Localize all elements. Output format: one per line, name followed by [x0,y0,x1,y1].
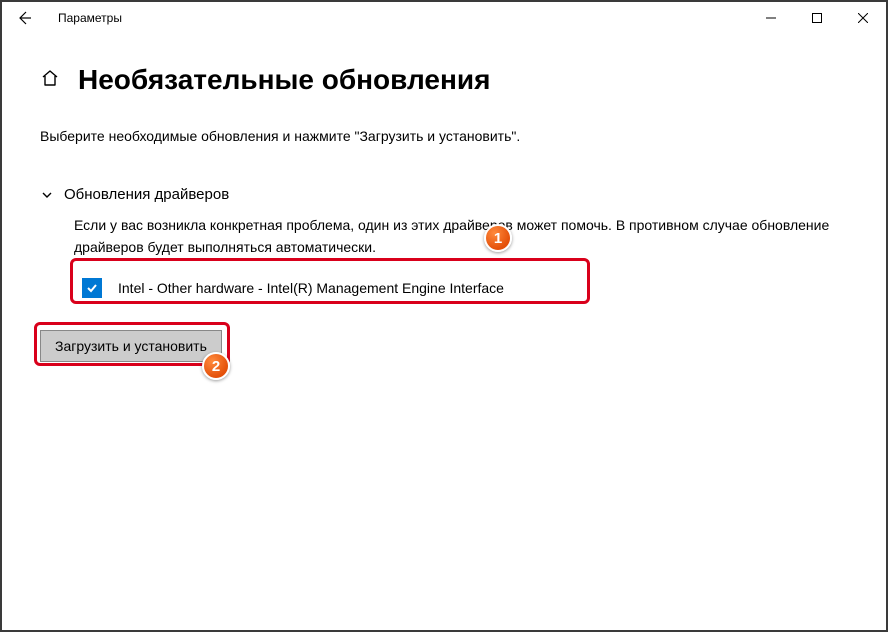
checkmark-icon [85,281,99,295]
home-icon[interactable] [40,68,60,93]
chevron-down-icon [40,188,54,202]
window-controls [748,2,886,34]
maximize-button[interactable] [794,2,840,34]
instruction-text: Выберите необходимые обновления и нажмит… [40,128,848,144]
section-driver-updates[interactable]: Обновления драйверов [40,186,848,203]
minimize-icon [766,13,776,23]
download-install-button[interactable]: Загрузить и установить [40,330,222,362]
maximize-icon [812,13,822,23]
arrow-left-icon [16,10,32,26]
minimize-button[interactable] [748,2,794,34]
update-item[interactable]: Intel - Other hardware - Intel(R) Manage… [74,268,516,308]
content-area: Необязательные обновления Выберите необх… [2,34,886,362]
close-icon [858,13,868,23]
app-title: Параметры [58,11,122,25]
page-header: Необязательные обновления [40,64,848,96]
update-label: Intel - Other hardware - Intel(R) Manage… [118,280,504,296]
section-description: Если у вас возникла конкретная проблема,… [74,215,848,258]
close-button[interactable] [840,2,886,34]
update-checkbox[interactable] [82,278,102,298]
section-title: Обновления драйверов [64,186,229,203]
page-title: Необязательные обновления [78,64,490,96]
titlebar: Параметры [2,2,886,34]
back-button[interactable] [8,2,40,34]
